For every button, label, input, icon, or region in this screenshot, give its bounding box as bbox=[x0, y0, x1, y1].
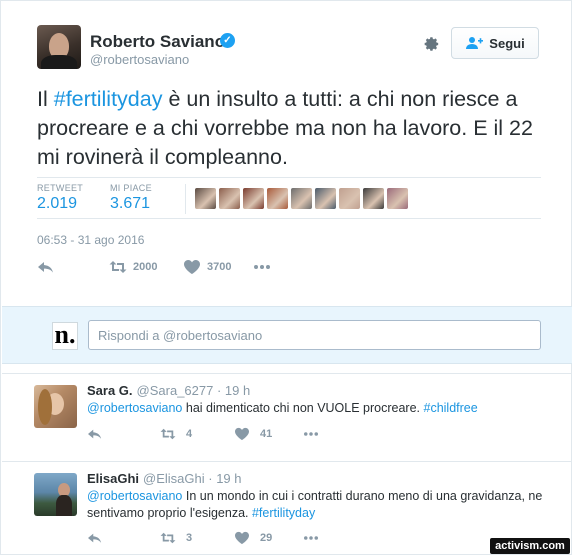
liker-avatar[interactable] bbox=[267, 188, 288, 209]
mention-link[interactable]: @robertosaviano bbox=[87, 401, 182, 415]
reply-button[interactable] bbox=[37, 259, 55, 275]
like-button[interactable]: 3700 bbox=[183, 259, 231, 275]
heart-icon bbox=[235, 427, 249, 441]
reply-button[interactable] bbox=[87, 427, 103, 441]
tweet-text: Il #fertilityday è un insulto a tutti: a… bbox=[37, 85, 547, 172]
liker-avatar[interactable] bbox=[195, 188, 216, 209]
current-user-avatar: n. bbox=[52, 322, 78, 350]
hashtag-link[interactable]: #fertilityday bbox=[54, 87, 163, 111]
likers-avatars bbox=[195, 188, 408, 209]
watermark: activism.com bbox=[490, 538, 570, 554]
reply-tweet[interactable]: ElisaGhi @ElisaGhi · 19 h @robertosaviano… bbox=[2, 461, 572, 555]
stats-divider bbox=[185, 184, 186, 214]
liker-avatar[interactable] bbox=[363, 188, 384, 209]
tweet-text-part: Il bbox=[37, 87, 54, 111]
reply-avatar[interactable] bbox=[34, 385, 77, 428]
verified-badge-icon: ✓ bbox=[220, 33, 235, 48]
like-count: 41 bbox=[260, 428, 273, 440]
reply-text-body: hai dimenticato chi non VUOLE procreare. bbox=[182, 401, 424, 415]
follow-label: Segui bbox=[489, 35, 525, 51]
more-button[interactable] bbox=[253, 259, 271, 275]
more-button[interactable] bbox=[303, 427, 319, 441]
reply-author-handle[interactable]: @ElisaGhi bbox=[143, 471, 205, 486]
gear-icon[interactable] bbox=[421, 34, 441, 54]
reply-icon bbox=[88, 533, 102, 543]
hashtag-link[interactable]: #childfree bbox=[424, 401, 478, 415]
reply-author-name[interactable]: ElisaGhi bbox=[87, 471, 139, 486]
reply-text: @robertosaviano In un mondo in cui i con… bbox=[87, 488, 547, 522]
reply-time[interactable]: · 19 h bbox=[217, 383, 250, 398]
reply-time[interactable]: · 19 h bbox=[208, 471, 241, 486]
author-avatar[interactable] bbox=[37, 25, 81, 69]
liker-avatar[interactable] bbox=[315, 188, 336, 209]
retweet-count: 2000 bbox=[133, 261, 158, 273]
heart-icon bbox=[235, 531, 249, 545]
liker-avatar[interactable] bbox=[339, 188, 360, 209]
tweet-stats: RETWEET 2.019 MI PIACE 3.671 bbox=[37, 177, 541, 219]
author-handle[interactable]: @robertosaviano bbox=[90, 52, 189, 67]
tweet-page: Roberto Saviano ✓ @robertosaviano Segui … bbox=[0, 0, 572, 555]
author-name[interactable]: Roberto Saviano bbox=[90, 32, 225, 52]
reply-input[interactable]: Rispondi a @robertosaviano bbox=[88, 320, 541, 350]
reply-header: ElisaGhi @ElisaGhi · 19 h bbox=[87, 471, 242, 486]
like-stat-label: MI PIACE bbox=[110, 183, 152, 193]
more-dots-icon bbox=[304, 536, 318, 540]
more-button[interactable] bbox=[303, 531, 319, 545]
retweet-icon bbox=[109, 261, 127, 273]
retweet-stat[interactable]: RETWEET 2.019 bbox=[37, 183, 83, 213]
retweet-icon bbox=[160, 428, 176, 440]
reply-avatar[interactable] bbox=[34, 473, 77, 516]
add-user-icon bbox=[466, 37, 484, 49]
heart-icon bbox=[184, 260, 200, 274]
liker-avatar[interactable] bbox=[219, 188, 240, 209]
reply-author-handle[interactable]: @Sara_6277 bbox=[137, 383, 214, 398]
retweet-button[interactable]: 2000 bbox=[109, 259, 157, 275]
retweet-count: 3 bbox=[186, 532, 193, 544]
tweet-timestamp[interactable]: 06:53 - 31 ago 2016 bbox=[37, 233, 144, 247]
retweet-stat-label: RETWEET bbox=[37, 183, 84, 193]
like-count: 29 bbox=[260, 532, 273, 544]
like-button[interactable]: 29 bbox=[234, 531, 272, 545]
retweet-button[interactable]: 3 bbox=[160, 531, 192, 545]
reply-tweet[interactable]: Sara G. @Sara_6277 · 19 h @robertosaviano… bbox=[2, 373, 572, 458]
liker-avatar[interactable] bbox=[387, 188, 408, 209]
reply-header: Sara G. @Sara_6277 · 19 h bbox=[87, 383, 250, 398]
reply-author-name[interactable]: Sara G. bbox=[87, 383, 133, 398]
like-count: 3700 bbox=[207, 261, 232, 273]
like-stat[interactable]: MI PIACE 3.671 bbox=[110, 183, 152, 213]
retweet-stat-count: 2.019 bbox=[37, 195, 78, 212]
more-dots-icon bbox=[304, 432, 318, 436]
retweet-count: 4 bbox=[186, 428, 193, 440]
like-button[interactable]: 41 bbox=[234, 427, 272, 441]
liker-avatar[interactable] bbox=[291, 188, 312, 209]
mention-link[interactable]: @robertosaviano bbox=[87, 489, 182, 503]
liker-avatar[interactable] bbox=[243, 188, 264, 209]
reply-composer: n. Rispondi a @robertosaviano bbox=[2, 306, 572, 364]
follow-button[interactable]: Segui bbox=[451, 27, 539, 59]
reply-text: @robertosaviano hai dimenticato chi non … bbox=[87, 400, 547, 417]
retweet-icon bbox=[160, 532, 176, 544]
reply-icon bbox=[88, 429, 102, 439]
reply-button[interactable] bbox=[87, 531, 103, 545]
more-dots-icon bbox=[254, 265, 270, 269]
hashtag-link[interactable]: #fertilityday bbox=[252, 506, 315, 520]
reply-icon bbox=[38, 262, 53, 273]
like-stat-count: 3.671 bbox=[110, 195, 151, 212]
retweet-button[interactable]: 4 bbox=[160, 427, 192, 441]
